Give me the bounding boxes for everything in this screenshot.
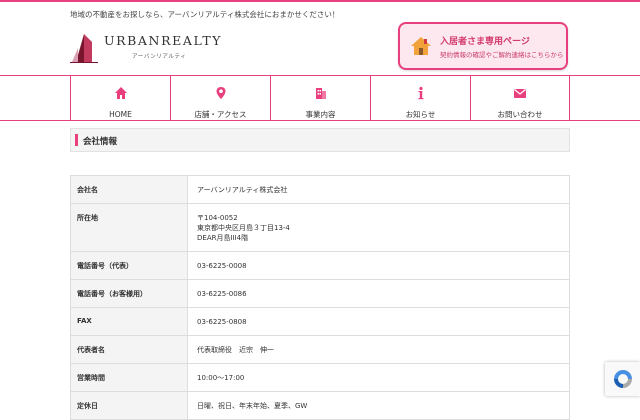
postal-code: 〒104-0052 — [197, 214, 238, 222]
nav-store-access[interactable]: 店舗・アクセス — [170, 76, 270, 120]
row-value: 03-6225-0086 — [187, 279, 570, 308]
house-icon — [411, 37, 431, 55]
nav-label: 事業内容 — [305, 110, 336, 119]
nav-label: 店舗・アクセス — [194, 110, 247, 119]
table-row: 営業時間 10:00〜17:00 — [70, 363, 570, 392]
row-value: 03-6225-0008 — [187, 251, 570, 280]
tenant-banner-title: 入居者さま専用ページ — [440, 37, 530, 47]
row-label: 定休日 — [70, 391, 188, 420]
top-accent-line — [0, 0, 640, 2]
address-value: 〒104-0052 東京都中央区月島３丁目13-4 DEAR月島III4階 — [187, 203, 570, 252]
address-line: 東京都中央区月島３丁目13-4 — [197, 224, 290, 232]
tenant-banner-desc: 契約情報の確認やご解約連絡はこちらから — [440, 51, 564, 59]
table-row: 電話番号（代表） 03-6225-0008 — [70, 251, 570, 280]
header-tagline: 地域の不動産をお探しなら、アーバンリアルティ株式会社におまかせください！ — [70, 10, 340, 19]
row-value: 10:00〜17:00 — [187, 363, 570, 392]
row-label: 電話番号（お客様用） — [70, 279, 188, 308]
main-nav: HOME 店舗・アクセス 事業内容 お知らせ お問い合わせ — [0, 75, 640, 121]
tenant-page-button[interactable]: 入居者さま専用ページ 契約情報の確認やご解約連絡はこちらから — [398, 22, 568, 70]
company-logo[interactable]: URBANREALTY アーバンリアルティ — [70, 30, 223, 66]
logo-text: URBANREALTY — [104, 33, 223, 48]
nav-news[interactable]: お知らせ — [370, 76, 470, 120]
row-label: 代表者名 — [70, 335, 188, 364]
row-value: 日曜、祝日、年末年始、夏季、GW — [187, 391, 570, 420]
row-value: アーバンリアルティ株式会社 — [187, 175, 570, 204]
row-label: FAX — [70, 307, 188, 336]
table-row: FAX 03-6225-0808 — [70, 307, 570, 336]
row-label: 会社名 — [70, 175, 188, 204]
map-pin-icon — [216, 87, 225, 99]
home-icon — [114, 87, 127, 99]
table-row: 定休日 日曜、祝日、年末年始、夏季、GW — [70, 391, 570, 420]
info-icon — [418, 86, 423, 100]
building-line: DEAR月島III4階 — [197, 234, 249, 242]
building-icon — [315, 88, 326, 99]
nav-label: お問い合わせ — [497, 110, 543, 119]
logo-subtext: アーバンリアルティ — [132, 54, 187, 60]
logo-mark-icon — [70, 34, 98, 63]
nav-label: お知らせ — [405, 110, 436, 119]
row-label: 所在地 — [70, 203, 188, 252]
nav-business[interactable]: 事業内容 — [270, 76, 370, 120]
table-row: 電話番号（お客様用） 03-6225-0086 — [70, 279, 570, 308]
section-accent-bar — [75, 134, 78, 146]
row-value: 03-6225-0808 — [187, 307, 570, 336]
nav-label: HOME — [109, 110, 132, 119]
row-value: 代表取締役 近宗 伸一 — [187, 335, 570, 364]
recaptcha-badge[interactable] — [605, 362, 640, 396]
nav-home[interactable]: HOME — [70, 76, 170, 120]
table-row: 代表者名 代表取締役 近宗 伸一 — [70, 335, 570, 364]
row-label: 電話番号（代表） — [70, 251, 188, 280]
table-row: 所在地 〒104-0052 東京都中央区月島３丁目13-4 DEAR月島III4… — [70, 203, 570, 252]
nav-contact[interactable]: お問い合わせ — [470, 76, 570, 120]
company-info-table: 会社名 アーバンリアルティ株式会社 所在地 〒104-0052 東京都中央区月島… — [70, 175, 570, 420]
recaptcha-icon — [614, 370, 632, 388]
row-label: 営業時間 — [70, 363, 188, 392]
section-header: 会社情報 — [70, 128, 570, 152]
section-title: 会社情報 — [83, 137, 118, 147]
mail-icon — [514, 89, 526, 98]
table-row: 会社名 アーバンリアルティ株式会社 — [70, 175, 570, 204]
